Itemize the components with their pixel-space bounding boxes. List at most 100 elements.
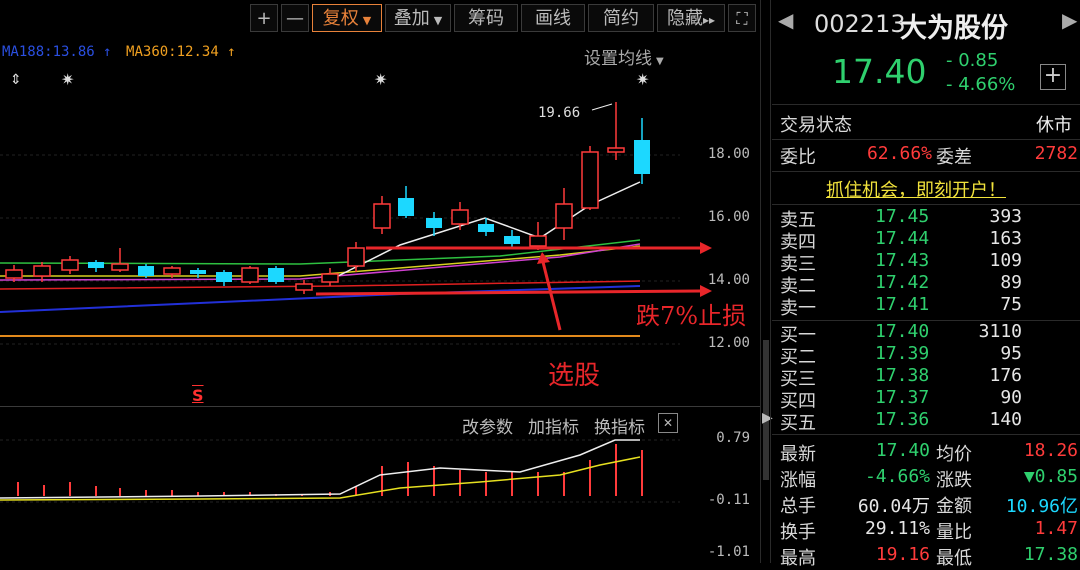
candle-body (581, 151, 599, 209)
stat-label: 均价 (936, 444, 972, 465)
sell-volume: 163 (989, 228, 1022, 249)
candle-body (268, 268, 284, 282)
weicha-value: 2782 (1034, 143, 1078, 164)
price-change-pct: - 4.66% (946, 74, 1016, 95)
stock-name: 大为股份 (900, 13, 1008, 44)
sell-price: 17.44 (875, 228, 930, 249)
sell-label: 卖一 (780, 298, 816, 319)
candle-body (33, 265, 51, 277)
add-watchlist-button[interactable]: + (1040, 64, 1066, 90)
buy-price: 17.38 (875, 365, 930, 386)
arrow-right-icon (700, 242, 712, 254)
stat-label: 最低 (936, 548, 972, 569)
candle-body (190, 270, 206, 274)
y-tick: 12.00 (707, 335, 750, 351)
buy-price: 17.36 (875, 409, 930, 430)
candle-body (5, 269, 23, 279)
diejia-label: 叠加 (393, 8, 430, 29)
candle-body (241, 267, 259, 283)
y-tick: 14.00 (707, 272, 750, 288)
chouma-button[interactable]: 筹码 (454, 4, 518, 32)
indicator-y-tick: -1.01 (707, 544, 750, 560)
kline-chart[interactable]: 19.66 (0, 60, 760, 400)
candle-body (504, 236, 520, 244)
candle-body (478, 224, 494, 232)
next-stock-icon[interactable]: ▶ (1062, 8, 1077, 32)
high-arrow-line (591, 103, 613, 111)
candle-body (321, 273, 339, 283)
candle-body (398, 198, 414, 216)
stock-pick-annotation: 选股 (548, 361, 601, 391)
buy-volume: 3110 (978, 321, 1022, 342)
buy-volume: 95 (1000, 343, 1022, 364)
indicator-chart[interactable] (0, 430, 700, 563)
stat-label: 涨幅 (780, 470, 816, 491)
prev-stock-icon[interactable]: ◀ (778, 8, 793, 32)
arrow-up-icon: ↑ (227, 44, 236, 60)
candle-body (163, 267, 181, 275)
stat-value: 29.11% (864, 518, 930, 539)
stat-label: 量比 (936, 522, 972, 543)
chevron-down-icon: ▼ (362, 14, 372, 27)
candle-body (216, 272, 232, 282)
high-label: 19.66 (538, 105, 580, 121)
stat-value: 17.40 (875, 440, 930, 461)
stat-value: ▼0.85 (1023, 466, 1078, 487)
yincang-button[interactable]: 隐藏▸▸ (657, 4, 725, 32)
buy-price: 17.40 (875, 321, 930, 342)
sell-price: 17.45 (875, 206, 930, 227)
stop-line (315, 289, 701, 296)
collapse-arrow-icon[interactable]: ▶ (762, 410, 773, 426)
huaxian-button[interactable]: 画线 (521, 4, 585, 32)
ma360-label: MA360:12.34 (126, 44, 219, 60)
diejia-dropdown[interactable]: 叠加 ▼ (385, 4, 451, 32)
stat-label: 涨跌 (936, 470, 972, 491)
ma188-label: MA188:13.86 (2, 44, 95, 60)
sell-volume: 393 (989, 206, 1022, 227)
macd-bars-group (17, 444, 643, 496)
buy-volume: 176 (989, 365, 1022, 386)
jianyue-button[interactable]: 简约 (588, 4, 654, 32)
fuquan-dropdown[interactable]: 复权 ▼ (312, 4, 382, 32)
buy-price: 17.37 (875, 387, 930, 408)
candle-body (555, 203, 573, 229)
stat-value: -4.66% (864, 466, 930, 487)
candle-body (373, 203, 391, 229)
candle-body (111, 263, 129, 271)
stat-value: 19.16 (875, 544, 930, 565)
status-value: 休市 (1036, 115, 1072, 136)
zoom-in-button[interactable]: + (250, 4, 278, 32)
price-change: - 0.85 (946, 50, 999, 71)
stat-value: 17.38 (1023, 544, 1078, 565)
weibi-value: 62.66% (866, 143, 932, 164)
candle-body (451, 209, 469, 225)
arrow-up-icon: ↑ (103, 44, 112, 60)
candle-body (607, 147, 625, 153)
buy-signal-marker[interactable]: S (192, 386, 204, 405)
sell-volume: 75 (1000, 294, 1022, 315)
weicha-label: 委差 (936, 147, 972, 168)
ma-legend: MA188:13.86 ↑ MA360:12.34 ↑ (2, 44, 236, 60)
sell-volume: 109 (989, 250, 1022, 271)
y-tick: 18.00 (707, 146, 750, 162)
candle-body (426, 218, 442, 228)
stat-label: 总手 (780, 496, 816, 517)
yincang-label: 隐藏 (666, 8, 703, 29)
panel-divider (770, 0, 771, 563)
stat-value: 60.04万 (857, 496, 930, 517)
open-account-link[interactable]: 抓住机会，即刻开户！ (826, 176, 1006, 202)
candle-body (88, 262, 104, 268)
stat-value: 18.26 (1023, 440, 1078, 461)
panel-divider (760, 0, 761, 563)
zoom-out-button[interactable]: — (281, 4, 309, 32)
fullscreen-icon[interactable]: ⛶ (728, 4, 756, 32)
buy-label: 买五 (780, 413, 816, 434)
stat-label: 金额 (936, 496, 972, 517)
sell-volume: 89 (1000, 272, 1022, 293)
stock-code: 002213 (814, 10, 906, 38)
buy-volume: 140 (989, 409, 1022, 430)
stat-label: 最新 (780, 444, 816, 465)
sell-price: 17.43 (875, 250, 930, 271)
indicator-y-tick: 0.79 (716, 430, 750, 446)
y-tick: 16.00 (707, 209, 750, 225)
